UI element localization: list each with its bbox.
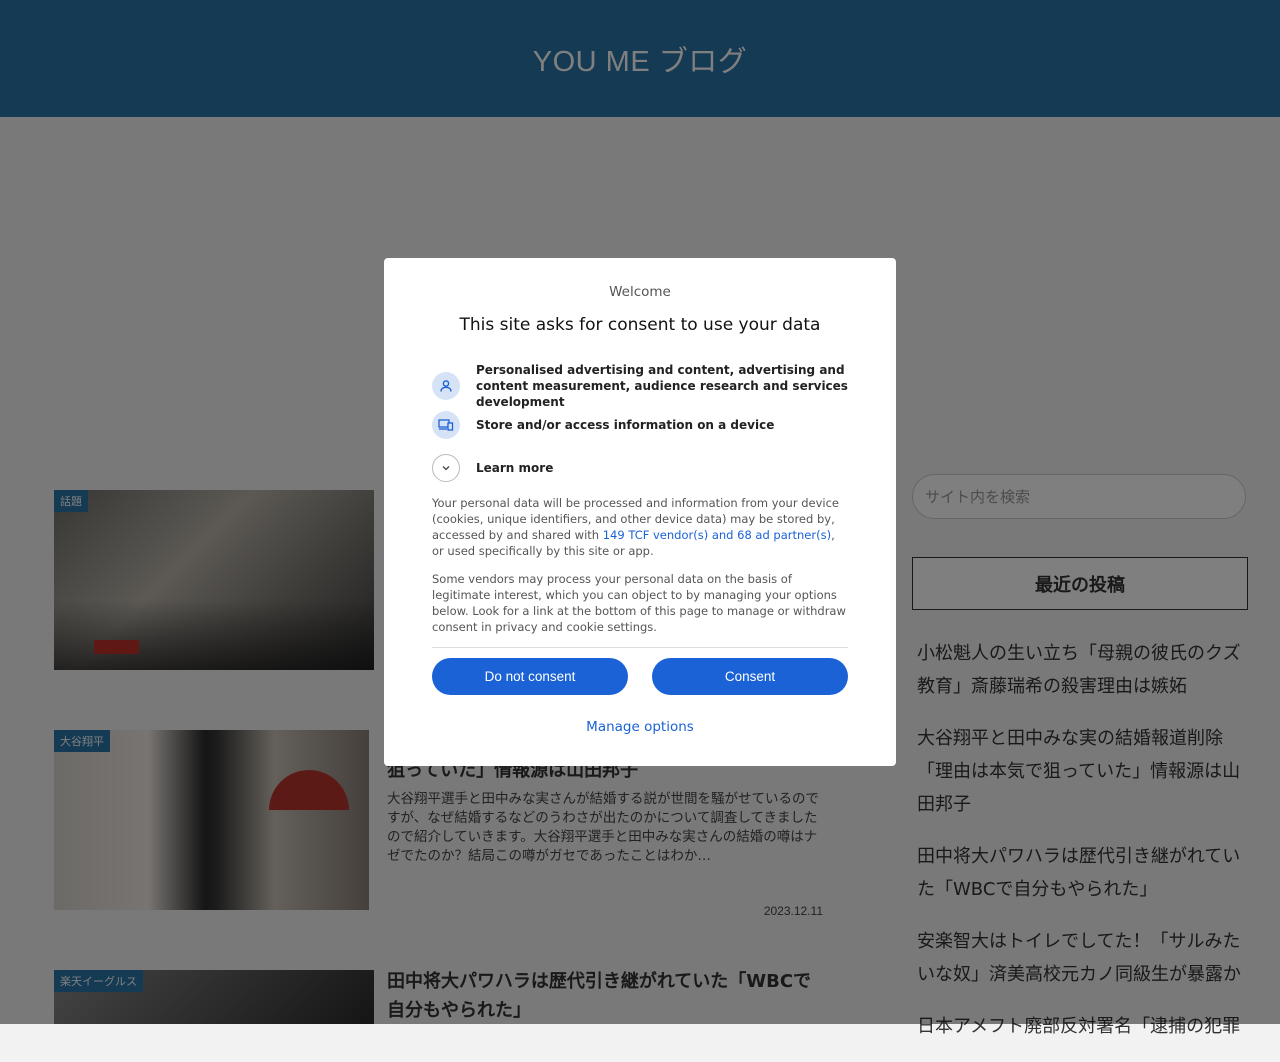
purpose-label: Store and/or access information on a dev… — [476, 418, 775, 432]
consent-welcome: Welcome — [609, 284, 671, 300]
legitimate-interest-text: Some vendors may process your personal d… — [432, 572, 846, 634]
purpose-label: Personalised advertising and content, ad… — [476, 363, 848, 409]
divider — [432, 647, 848, 648]
purpose-store-access: Store and/or access information on a dev… — [432, 411, 852, 439]
person-icon — [432, 372, 460, 400]
learn-more-label[interactable]: Learn more — [476, 460, 553, 476]
consent-description: Your personal data will be processed and… — [432, 495, 848, 559]
vendors-link[interactable]: 149 TCF vendor(s) and 68 ad partner(s) — [603, 528, 831, 542]
chevron-down-icon[interactable] — [432, 454, 460, 482]
do-not-consent-button[interactable]: Do not consent — [432, 658, 628, 695]
learn-more-toggle[interactable]: Learn more — [432, 454, 852, 482]
purpose-personalised-ads: Personalised advertising and content, ad… — [432, 362, 852, 410]
consent-button[interactable]: Consent — [652, 658, 848, 695]
consent-heading: This site asks for consent to use your d… — [459, 315, 821, 335]
manage-options-link[interactable]: Manage options — [384, 719, 896, 735]
devices-icon — [432, 411, 460, 439]
consent-dialog: Welcome This site asks for consent to us… — [384, 258, 896, 766]
